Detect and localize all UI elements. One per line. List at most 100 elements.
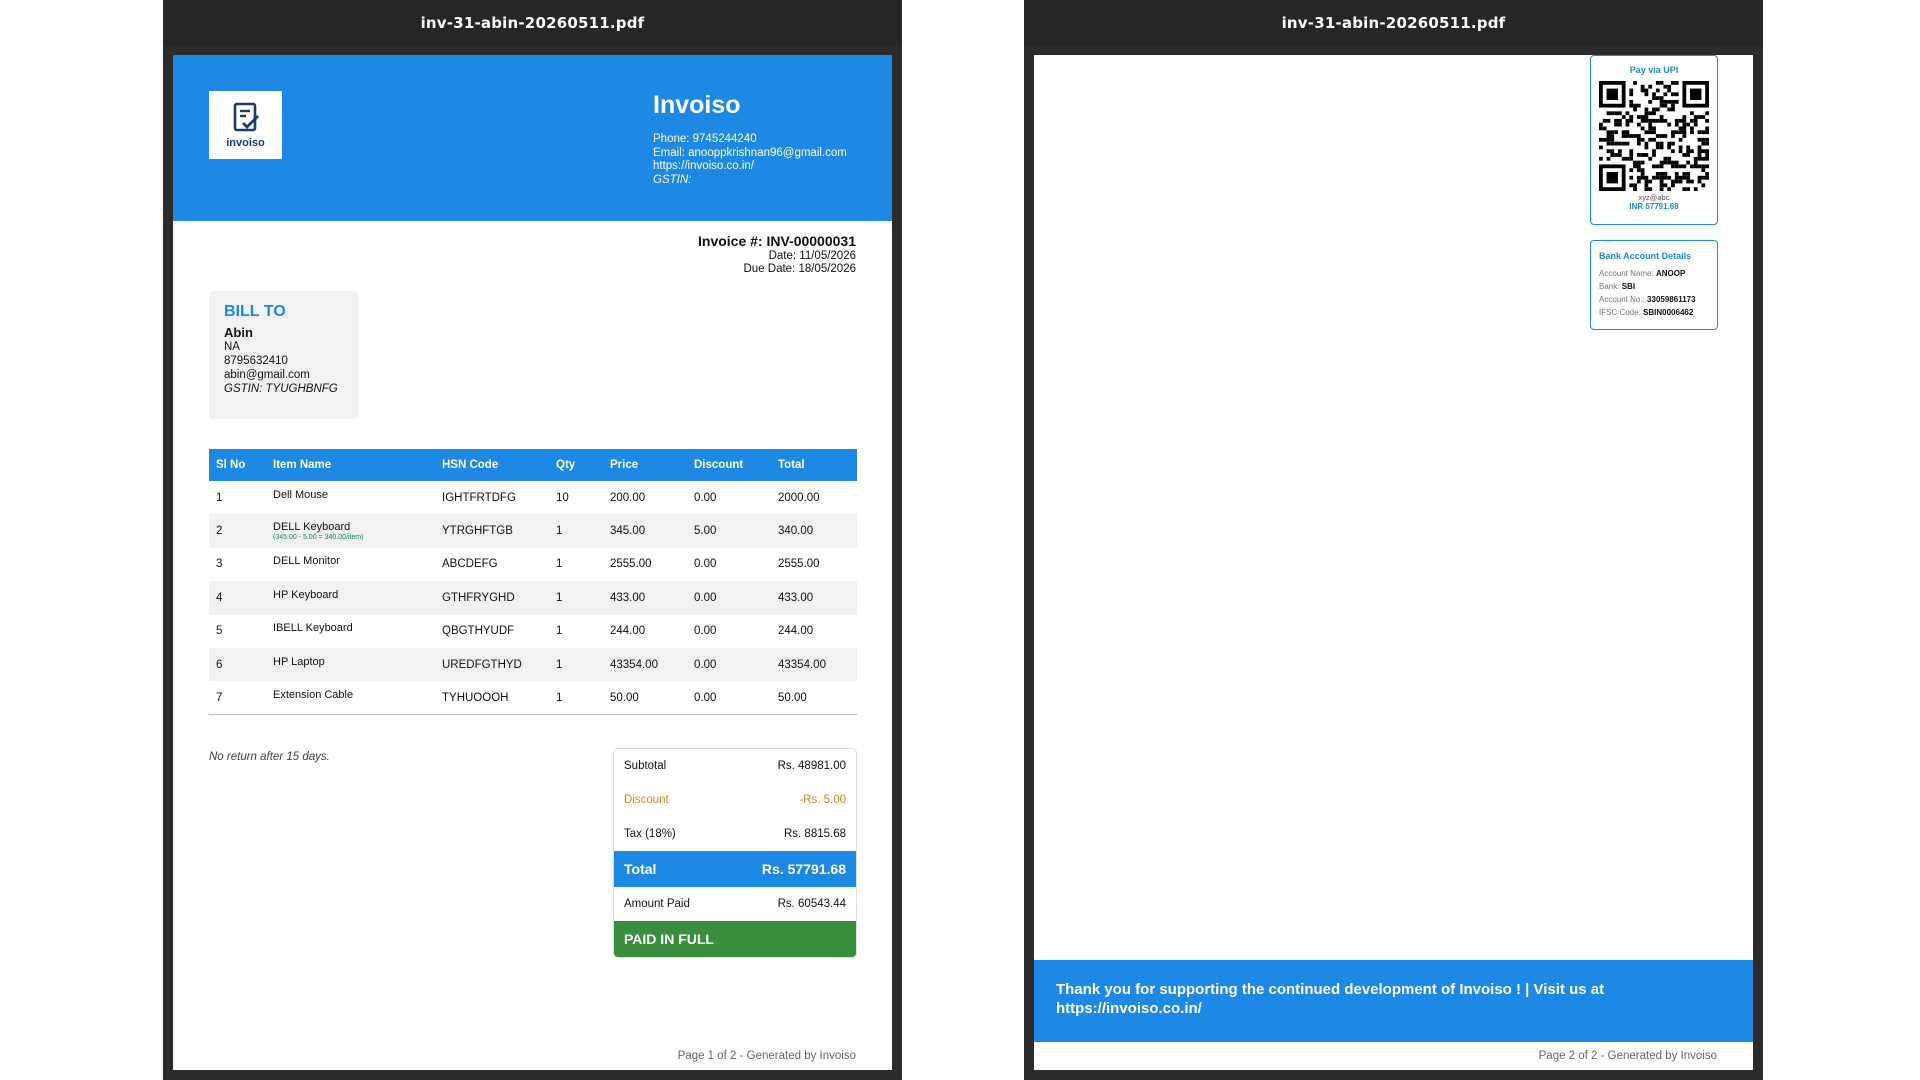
table-row: 4 HP Keyboard GTHFRYGHD 1 433.00 0.00 43… xyxy=(209,581,857,615)
qr-module xyxy=(1667,141,1672,146)
upi-id: xyz@abc xyxy=(1638,193,1670,202)
qr-module xyxy=(1701,164,1706,169)
qr-module xyxy=(1659,164,1664,169)
qr-module xyxy=(1655,96,1660,100)
qr-module xyxy=(1686,145,1691,150)
qr-module xyxy=(1693,164,1698,169)
qr-module xyxy=(1606,118,1611,123)
cell-sl: 6 xyxy=(216,658,223,671)
cell-qty: 1 xyxy=(556,525,563,538)
qr-module xyxy=(1644,118,1649,123)
qr-module xyxy=(1705,111,1709,116)
pdf-viewer-page-1: inv-31-abin-20260511.pdf invoiso Invoiso… xyxy=(163,0,902,1080)
qr-module xyxy=(1686,122,1691,127)
qr-module xyxy=(1682,164,1687,169)
qr-module xyxy=(1636,122,1641,127)
qr-module xyxy=(1610,130,1615,135)
qr-module xyxy=(1693,118,1698,123)
total-row: Total Rs. 57791.68 xyxy=(614,851,856,887)
invoice-page-1: invoiso Invoiso Phone: 9745244240 Email:… xyxy=(173,55,892,1070)
qr-module xyxy=(1678,149,1683,154)
qr-module xyxy=(1636,134,1641,138)
cell-discount: 0.00 xyxy=(694,591,717,604)
qr-module xyxy=(1633,183,1637,188)
qr-module xyxy=(1610,111,1615,116)
qr-module xyxy=(1636,153,1641,157)
qr-module xyxy=(1625,134,1630,138)
qr-module xyxy=(1644,130,1649,135)
qr-module xyxy=(1644,179,1649,184)
qr-module xyxy=(1671,99,1675,104)
qr-module xyxy=(1705,141,1709,146)
qr-module xyxy=(1614,122,1618,127)
qr-module xyxy=(1633,81,1637,85)
table-row: 5 IBELL Keyboard QBGTHYUDF 1 244.00 0.00… xyxy=(209,615,857,648)
qr-module xyxy=(1671,103,1675,108)
invoice-number: Invoice #: INV-00000031 xyxy=(698,233,856,249)
qr-module xyxy=(1674,130,1679,135)
qr-module xyxy=(1701,115,1706,119)
qr-module xyxy=(1659,81,1664,85)
qr-module xyxy=(1648,122,1653,127)
qr-module xyxy=(1636,141,1641,146)
qr-module xyxy=(1625,111,1630,116)
qr-module xyxy=(1671,107,1675,112)
qr-module xyxy=(1682,175,1687,180)
cell-discount: 0.00 xyxy=(694,558,717,571)
cell-hsn: UREDFGTHYD xyxy=(442,658,522,671)
table-row: 3 DELL Monitor ABCDEFG 1 2555.00 0.00 25… xyxy=(209,548,857,581)
qr-module xyxy=(1644,153,1649,157)
qr-module xyxy=(1674,118,1679,123)
qr-module xyxy=(1629,175,1634,180)
discount-label: Discount xyxy=(624,794,669,806)
qr-module xyxy=(1610,141,1615,146)
invoice-due-date: Due Date: 18/05/2026 xyxy=(743,263,856,275)
company-email: Email: anooppkrishnan96@gmail.com xyxy=(653,146,847,159)
qr-module xyxy=(1606,130,1611,135)
thank-you-banner: Thank you for supporting the continued d… xyxy=(1034,960,1753,1042)
qr-module xyxy=(1659,183,1664,188)
qr-module xyxy=(1667,156,1672,161)
qr-module xyxy=(1682,187,1687,191)
cell-hsn: QBGTHYUDF xyxy=(442,625,515,638)
item-discount-note: (345.00 - 5.00 = 340.00/item) xyxy=(273,534,364,542)
qr-module xyxy=(1705,149,1709,154)
cell-price: 244.00 xyxy=(610,625,646,638)
paid-status-text: PAID IN FULL xyxy=(624,931,714,947)
qr-module xyxy=(1617,111,1622,116)
qr-module xyxy=(1617,141,1622,146)
qr-module xyxy=(1686,172,1691,176)
qr-module xyxy=(1640,168,1645,173)
qr-module xyxy=(1644,111,1649,116)
item-name: HP Keyboard xyxy=(273,588,339,601)
invoice-header: invoiso Invoiso Phone: 9745244240 Email:… xyxy=(173,55,892,221)
bill-to-name: Abin xyxy=(224,325,253,340)
qr-module xyxy=(1633,160,1637,165)
qr-module xyxy=(1636,175,1641,180)
qr-module xyxy=(1705,156,1709,161)
qr-module xyxy=(1686,160,1691,165)
company-website[interactable]: https://invoiso.co.in/ xyxy=(653,160,847,174)
qr-module xyxy=(1705,153,1709,157)
qr-module xyxy=(1686,149,1691,154)
qr-module xyxy=(1686,179,1691,184)
item-name: IBELL Keyboard xyxy=(273,622,353,635)
bill-to-email: abin@gmail.com xyxy=(224,369,310,381)
qr-module xyxy=(1663,172,1668,176)
qr-module xyxy=(1606,111,1611,116)
qr-module xyxy=(1655,81,1660,85)
cell-total: 2555.00 xyxy=(778,558,820,571)
qr-module xyxy=(1633,107,1637,112)
cell-sl: 7 xyxy=(209,681,266,716)
cell-total: 2000.00 xyxy=(778,491,820,504)
qr-module xyxy=(1614,118,1618,123)
qr-module xyxy=(1644,183,1649,188)
amount-paid-row: Amount Paid Rs. 60543.44 xyxy=(614,887,856,921)
qr-module xyxy=(1629,156,1634,161)
tax-row: Tax (18%) Rs. 8815.68 xyxy=(614,817,856,851)
qr-module xyxy=(1606,172,1618,184)
qr-module xyxy=(1705,175,1709,180)
invoice-date: Date: 11/05/2026 xyxy=(768,249,856,262)
bank-name: Bank: SBI xyxy=(1599,282,1636,291)
qr-module xyxy=(1693,115,1698,119)
